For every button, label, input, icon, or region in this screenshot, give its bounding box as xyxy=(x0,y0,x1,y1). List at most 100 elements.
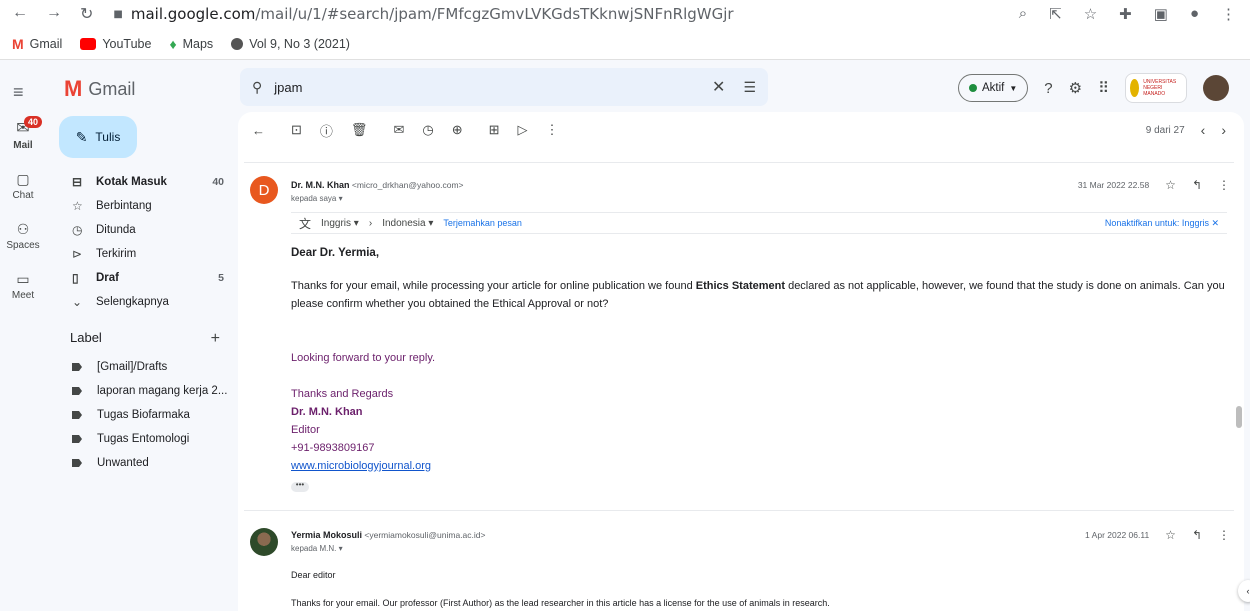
zoom-icon[interactable]: ⌕ xyxy=(1019,5,1027,23)
add-label-icon[interactable]: + xyxy=(211,330,220,348)
signature-link[interactable]: www.microbiologyjournal.org xyxy=(291,457,1231,475)
nav-item-drafts[interactable]: ▯ Draf 5 xyxy=(60,266,230,290)
status-label: Aktif xyxy=(982,82,1005,94)
star-icon[interactable]: ☆ xyxy=(1165,528,1176,542)
back-arrow-icon[interactable]: ← xyxy=(12,4,28,24)
profile-icon[interactable]: ● xyxy=(1190,5,1199,23)
clear-search-icon[interactable]: ✕ xyxy=(712,77,725,97)
sender-avatar[interactable] xyxy=(250,528,278,556)
youtube-icon xyxy=(80,37,97,50)
recipient-line[interactable]: kepada M.N. ▾ xyxy=(291,544,343,553)
forward-arrow-icon[interactable]: → xyxy=(46,4,62,24)
arrow-right-icon: › xyxy=(368,217,373,229)
target-language-select[interactable]: Indonesia ▾ xyxy=(382,218,433,229)
add-task-icon[interactable]: ⊕ xyxy=(452,122,463,138)
nav-item-more[interactable]: ⌄ Selengkapnya xyxy=(60,290,230,314)
translate-message-link[interactable]: Terjemahkan pesan xyxy=(443,218,522,228)
reload-icon[interactable]: ↻ xyxy=(80,4,93,24)
browser-menu-icon[interactable]: ⋮ xyxy=(1221,5,1236,23)
bookmark-gmail[interactable]: M Gmail xyxy=(12,36,62,52)
label-tag-icon xyxy=(72,411,82,419)
search-icon[interactable]: ⚲ xyxy=(252,79,262,96)
reply-icon[interactable]: ↰ xyxy=(1192,528,1202,542)
star-icon[interactable]: ☆ xyxy=(1165,178,1176,192)
bookmark-youtube[interactable]: YouTube xyxy=(80,37,151,51)
nav-item-count: 40 xyxy=(212,176,224,188)
extensions-icon[interactable]: ✚ xyxy=(1119,5,1132,23)
rail-mail[interactable]: ✉ 40 Mail xyxy=(0,116,46,151)
recipient-text: kepada M.N. xyxy=(291,544,337,553)
label-item[interactable]: Tugas Entomologi xyxy=(60,427,230,451)
status-dropdown[interactable]: Aktif ▼ xyxy=(958,74,1029,102)
rail-mail-label: Mail xyxy=(13,140,33,151)
label-item[interactable]: Unwanted xyxy=(60,451,230,475)
url-field[interactable]: ■ mail.google.com/mail/u/1/#search/jpam/… xyxy=(113,1,1018,27)
nav-item-label: Terkirim xyxy=(96,248,137,260)
search-options-icon[interactable]: ☰ xyxy=(743,79,756,96)
divider xyxy=(244,510,1234,511)
para-bold: Ethics Statement xyxy=(695,280,786,292)
disable-translation-link[interactable]: Nonaktifkan untuk: Inggris ✕ xyxy=(1105,218,1227,229)
message-date: 1 Apr 2022 06.11 xyxy=(1085,530,1150,540)
university-seal-icon xyxy=(1130,79,1140,97)
search-bar[interactable]: ⚲ jpam ✕ ☰ xyxy=(240,68,768,106)
sender-avatar[interactable]: D xyxy=(250,176,278,204)
settings-gear-icon[interactable]: ⚙ xyxy=(1069,79,1082,97)
nav-item-inbox[interactable]: ⊟ Kotak Masuk 40 xyxy=(60,170,230,194)
move-to-icon[interactable]: ⊞ xyxy=(489,122,500,138)
inbox-icon: ⊟ xyxy=(72,175,83,189)
recipient-line[interactable]: kepada saya ▾ xyxy=(291,194,343,203)
caret-down-icon: ▾ xyxy=(338,544,343,553)
snooze-icon[interactable]: ◷ xyxy=(422,122,433,138)
more-vert-icon[interactable]: ⋮ xyxy=(1218,178,1230,192)
newer-chevron-icon[interactable]: ‹ xyxy=(1201,122,1206,138)
bookmark-journal[interactable]: Vol 9, No 3 (2021) xyxy=(231,37,350,51)
label-item[interactable]: laporan magang kerja 2... xyxy=(60,379,230,403)
nav-item-sent[interactable]: ⊳ Terkirim xyxy=(60,242,230,266)
gmail-logo[interactable]: M Gmail xyxy=(64,76,135,102)
apps-grid-icon[interactable]: ⠿ xyxy=(1098,79,1109,97)
bookmark-star-icon[interactable]: ☆ xyxy=(1084,5,1097,23)
help-icon[interactable]: ? xyxy=(1044,80,1052,97)
closing-line: Looking forward to your reply. xyxy=(291,352,436,364)
back-icon[interactable]: ← xyxy=(252,123,265,138)
account-avatar[interactable] xyxy=(1203,75,1230,101)
source-language-select[interactable]: Inggris ▾ xyxy=(321,218,359,229)
rail-spaces[interactable]: ⚇ Spaces xyxy=(0,220,46,251)
sender-name: Dr. M.N. Khan xyxy=(291,180,350,190)
compose-button[interactable]: ✎ Tulis xyxy=(59,116,137,158)
more-vert-icon[interactable]: ⋮ xyxy=(1218,528,1230,542)
nav-item-label: Berbintang xyxy=(96,200,152,212)
archive-icon[interactable]: ⊡ xyxy=(291,122,302,138)
rail-chat[interactable]: ▢ Chat xyxy=(0,170,46,201)
body-paragraph: Thanks for your email, while processing … xyxy=(291,277,1231,313)
send-icon: ⊳ xyxy=(72,247,83,261)
label-icon[interactable]: ▷ xyxy=(518,122,528,138)
rail-meet[interactable]: ▭ Meet xyxy=(0,270,46,301)
gmail-icon: M xyxy=(12,35,24,52)
bookmarks-bar: M Gmail YouTube ♦ Maps Vol 9, No 3 (2021… xyxy=(0,28,1250,60)
nav-item-snoozed[interactable]: ◷ Ditunda xyxy=(60,218,230,242)
scrollbar-thumb[interactable] xyxy=(1236,406,1242,428)
bookmark-maps[interactable]: ♦ Maps xyxy=(169,36,213,52)
nav-item-starred[interactable]: ☆ Berbintang xyxy=(60,194,230,218)
mark-unread-icon[interactable]: ✉ xyxy=(393,122,404,138)
reply-icon[interactable]: ↰ xyxy=(1192,178,1202,192)
share-icon[interactable]: ⇱ xyxy=(1049,5,1062,23)
main-menu-icon[interactable]: ≡ xyxy=(13,82,24,103)
university-text: UNIVERSITAS NEGERI MANADO xyxy=(1143,79,1177,97)
url-path: /mail/u/1/#search/jpam/FMfcgzGmvLVKGdsTK… xyxy=(255,5,734,23)
organization-badge[interactable]: UNIVERSITAS NEGERI MANADO xyxy=(1125,73,1188,103)
report-spam-icon[interactable]: ⓘ xyxy=(320,121,333,140)
mail-badge: 40 xyxy=(24,116,43,128)
para-text: Thanks for your email, while processing … xyxy=(291,280,696,292)
label-item[interactable]: Tugas Biofarmaka xyxy=(60,403,230,427)
delete-icon[interactable]: 🗑 xyxy=(351,122,368,138)
sidepanel-icon[interactable]: ▣ xyxy=(1154,5,1168,23)
show-trimmed-icon[interactable]: ••• xyxy=(291,481,309,492)
label-item[interactable]: [Gmail]/Drafts xyxy=(60,355,230,379)
message-body: Dear editor Thanks for your email. Our p… xyxy=(291,568,830,610)
more-options-icon[interactable]: ⋮ xyxy=(546,122,559,138)
search-input[interactable]: jpam xyxy=(274,80,712,95)
older-chevron-icon[interactable]: › xyxy=(1221,122,1226,138)
